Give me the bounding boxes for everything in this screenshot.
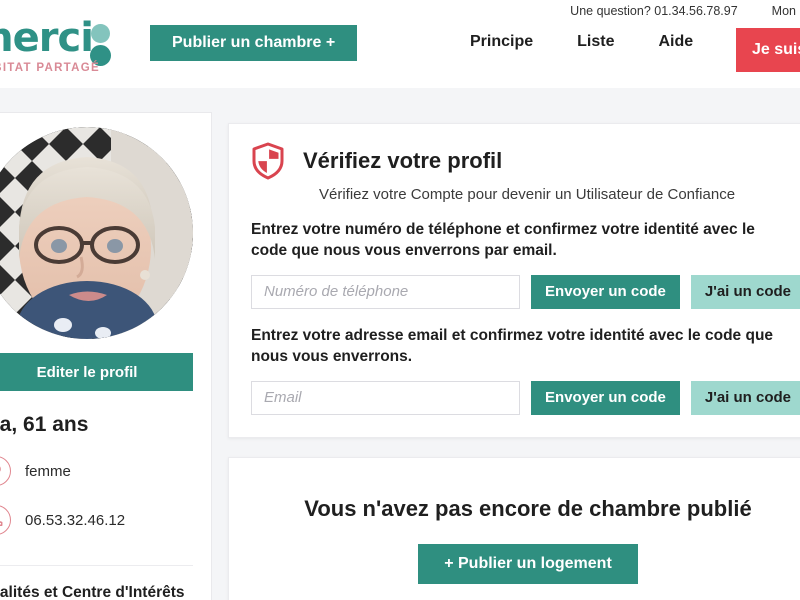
profile-name: ola, 61 ans [0,413,89,436]
interests-section-heading: onalités et Centre d'Intérêts [0,565,193,600]
verify-card-subtitle: Vérifiez votre Compte pour devenir un Ut… [319,186,736,203]
verify-profile-card: Vérifiez votre profil Vérifiez votre Com… [228,123,800,438]
phone-verification-instruction: Entrez votre numéro de téléphone et conf… [251,221,755,260]
phone-input[interactable] [251,274,521,309]
email-verification-row: Envoyer un code J'ai un code [251,380,800,415]
profile-attribute-phone: 06.53.32.46.12 [0,505,193,535]
shield-icon [251,142,285,180]
edit-profile-button[interactable]: Editer le profil [0,353,193,391]
publish-listing-button[interactable]: + Publier un logement [418,544,638,584]
utility-bar: Une question? 01.34.56.78.97 Mon [570,0,800,22]
gender-icon [0,456,11,486]
my-account-link[interactable]: Mon [772,4,796,18]
nav-item-aide[interactable]: Aide [658,33,693,51]
profile-attribute-value: femme [25,462,71,480]
profile-sidebar: Editer le profil ola, 61 ans femme 06.53… [0,112,212,600]
email-verification-instruction: Entrez votre adresse email et confirmez … [251,326,774,366]
logo-tagline: HABITAT PARTAGÉ [0,62,100,74]
site-logo[interactable]: merci HABITAT PARTAGÉ [0,18,132,78]
main-navigation: Principe Liste Aide [470,33,693,51]
listings-empty-card: Vous n'avez pas encore de chambre publié… [228,457,800,600]
verify-card-title: Vérifiez votre profil [303,148,503,173]
email-input[interactable] [251,380,521,415]
signup-button[interactable]: Je suis [736,28,800,72]
no-listings-message: Vous n'avez pas encore de chambre publié [304,496,752,521]
send-code-phone-button[interactable]: Envoyer un code [531,274,680,309]
site-header: Une question? 01.34.56.78.97 Mon merci H… [0,0,800,88]
phone-icon [0,505,11,535]
profile-attribute-gender: femme [0,456,193,486]
send-code-email-button[interactable]: Envoyer un code [531,380,680,415]
nav-item-principe[interactable]: Principe [470,33,533,51]
have-code-email-button[interactable]: J'ai un code [690,380,800,415]
logo-wordmark: merci [0,15,94,61]
profile-attribute-value: 06.53.32.46.12 [25,511,126,529]
contact-phone-text: Une question? 01.34.56.78.97 [570,4,738,18]
nav-item-liste[interactable]: Liste [577,33,614,51]
have-code-phone-button[interactable]: J'ai un code [690,274,800,309]
avatar [0,127,193,339]
publish-room-button[interactable]: Publier un chambre + [150,25,358,61]
verify-title-row: Vérifiez votre profil [251,142,800,180]
phone-verification-row: Envoyer un code J'ai un code [251,274,800,309]
